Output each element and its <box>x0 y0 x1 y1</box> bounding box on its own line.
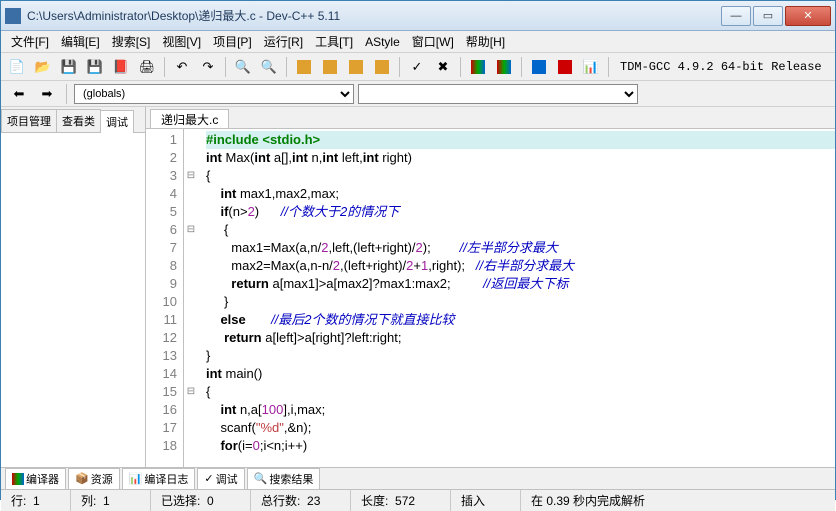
file-tab-label: 递归最大.c <box>161 111 218 128</box>
line-gutter: 123456789101112131415161718 <box>146 129 184 467</box>
code-lines[interactable]: #include <stdio.h>int Max(int a[],int n,… <box>198 129 835 467</box>
window-title: C:\Users\Administrator\Desktop\递归最大.c - … <box>27 7 721 24</box>
status-col: 1 <box>103 494 110 508</box>
menu-help[interactable]: 帮助[H] <box>460 31 511 52</box>
separator <box>164 57 165 77</box>
status-parse: 在 0.39 秒内完成解析 <box>521 490 835 511</box>
menu-edit[interactable]: 编辑[E] <box>55 31 106 52</box>
status-line: 1 <box>33 494 40 508</box>
status-sel: 0 <box>207 494 214 508</box>
debug-icon[interactable]: ✓ <box>405 56 429 78</box>
replace-icon[interactable]: 🔍 <box>257 56 281 78</box>
window-buttons: — ▭ ✕ <box>721 6 831 26</box>
tab-compile-log[interactable]: 📊编译日志 <box>122 468 196 490</box>
separator <box>399 57 400 77</box>
separator <box>286 57 287 77</box>
app-icon <box>5 8 21 24</box>
menu-search[interactable]: 搜索[S] <box>106 31 157 52</box>
side-tabs: 项目管理 查看类 调试 <box>1 107 145 133</box>
new-file-icon[interactable]: 📄 <box>5 56 29 78</box>
stop-icon[interactable]: ✖ <box>431 56 455 78</box>
menu-astyle[interactable]: AStyle <box>359 33 406 51</box>
toolbar-main: 📄 📂 💾 💾 📕 🖨 ↶ ↷ 🔍 🔍 ✓ ✖ 📊 TDM-GCC 4.9.2 … <box>1 53 835 81</box>
minimize-button[interactable]: — <box>721 6 751 26</box>
status-len: 572 <box>395 494 415 508</box>
status-mode: 插入 <box>451 490 521 511</box>
find-icon[interactable]: 🔍 <box>231 56 255 78</box>
redo-icon[interactable]: ↷ <box>196 56 220 78</box>
forward-icon[interactable]: ➡ <box>35 83 59 105</box>
back-icon[interactable]: ⬅ <box>7 83 31 105</box>
separator <box>521 57 522 77</box>
menu-project[interactable]: 项目[P] <box>207 31 258 52</box>
statusbar: 行: 1 列: 1 已选择: 0 总行数: 23 长度: 572 插入 在 0.… <box>1 489 835 511</box>
toolbar-nav: ⬅ ➡ (globals) <box>1 81 835 107</box>
save-all-icon[interactable]: 💾 <box>83 56 107 78</box>
tab-debug-bottom[interactable]: ✓调试 <box>197 468 244 490</box>
menu-window[interactable]: 窗口[W] <box>406 31 460 52</box>
undo-icon[interactable]: ↶ <box>170 56 194 78</box>
close-file-icon[interactable]: 📕 <box>109 56 133 78</box>
separator <box>66 84 67 104</box>
tab-classes[interactable]: 查看类 <box>56 109 101 132</box>
sidebar: 项目管理 查看类 调试 <box>1 107 146 467</box>
menu-file[interactable]: 文件[F] <box>5 31 55 52</box>
compiler-label: TDM-GCC 4.9.2 64-bit Release <box>614 58 828 76</box>
save-icon[interactable]: 💾 <box>57 56 81 78</box>
main-area: 项目管理 查看类 调试 递归最大.c 123456789101112131415… <box>1 107 835 467</box>
status-total: 23 <box>307 494 320 508</box>
menu-run[interactable]: 运行[R] <box>258 31 309 52</box>
tab-debug[interactable]: 调试 <box>100 110 134 133</box>
fold-column[interactable]: ⊟⊟⊟ <box>184 129 198 467</box>
tab-compiler[interactable]: 编译器 <box>5 468 66 490</box>
menu-tools[interactable]: 工具[T] <box>309 31 359 52</box>
file-tab[interactable]: 递归最大.c <box>150 109 229 128</box>
titlebar: C:\Users\Administrator\Desktop\递归最大.c - … <box>1 1 835 31</box>
scope-dropdown[interactable]: (globals) <box>74 84 354 104</box>
separator <box>460 57 461 77</box>
tab-resources[interactable]: 📦资源 <box>68 468 120 490</box>
menu-view[interactable]: 视图[V] <box>156 31 207 52</box>
chart-icon[interactable]: 📊 <box>579 56 603 78</box>
rebuild-icon[interactable] <box>370 56 394 78</box>
print-icon[interactable]: 🖨 <box>135 56 159 78</box>
close-button[interactable]: ✕ <box>785 6 831 26</box>
profile-icon-2[interactable] <box>492 56 516 78</box>
separator <box>608 57 609 77</box>
maximize-button[interactable]: ▭ <box>753 6 783 26</box>
open-icon[interactable]: 📂 <box>31 56 55 78</box>
goto-icon[interactable] <box>527 56 551 78</box>
compile-run-icon[interactable] <box>344 56 368 78</box>
code-editor[interactable]: 123456789101112131415161718 ⊟⊟⊟ #include… <box>146 129 835 467</box>
run-icon[interactable] <box>318 56 342 78</box>
profile-icon[interactable] <box>466 56 490 78</box>
tab-project[interactable]: 项目管理 <box>1 109 57 132</box>
editor-area: 递归最大.c 123456789101112131415161718 ⊟⊟⊟ #… <box>146 107 835 467</box>
goto-icon-2[interactable] <box>553 56 577 78</box>
symbol-dropdown[interactable] <box>358 84 638 104</box>
menubar: 文件[F] 编辑[E] 搜索[S] 视图[V] 项目[P] 运行[R] 工具[T… <box>1 31 835 53</box>
tab-search-results[interactable]: 🔍搜索结果 <box>247 468 321 490</box>
bottom-panel-tabs: 编译器 📦资源 📊编译日志 ✓调试 🔍搜索结果 <box>1 467 835 489</box>
separator <box>225 57 226 77</box>
file-tabs: 递归最大.c <box>146 107 835 129</box>
compile-icon[interactable] <box>292 56 316 78</box>
